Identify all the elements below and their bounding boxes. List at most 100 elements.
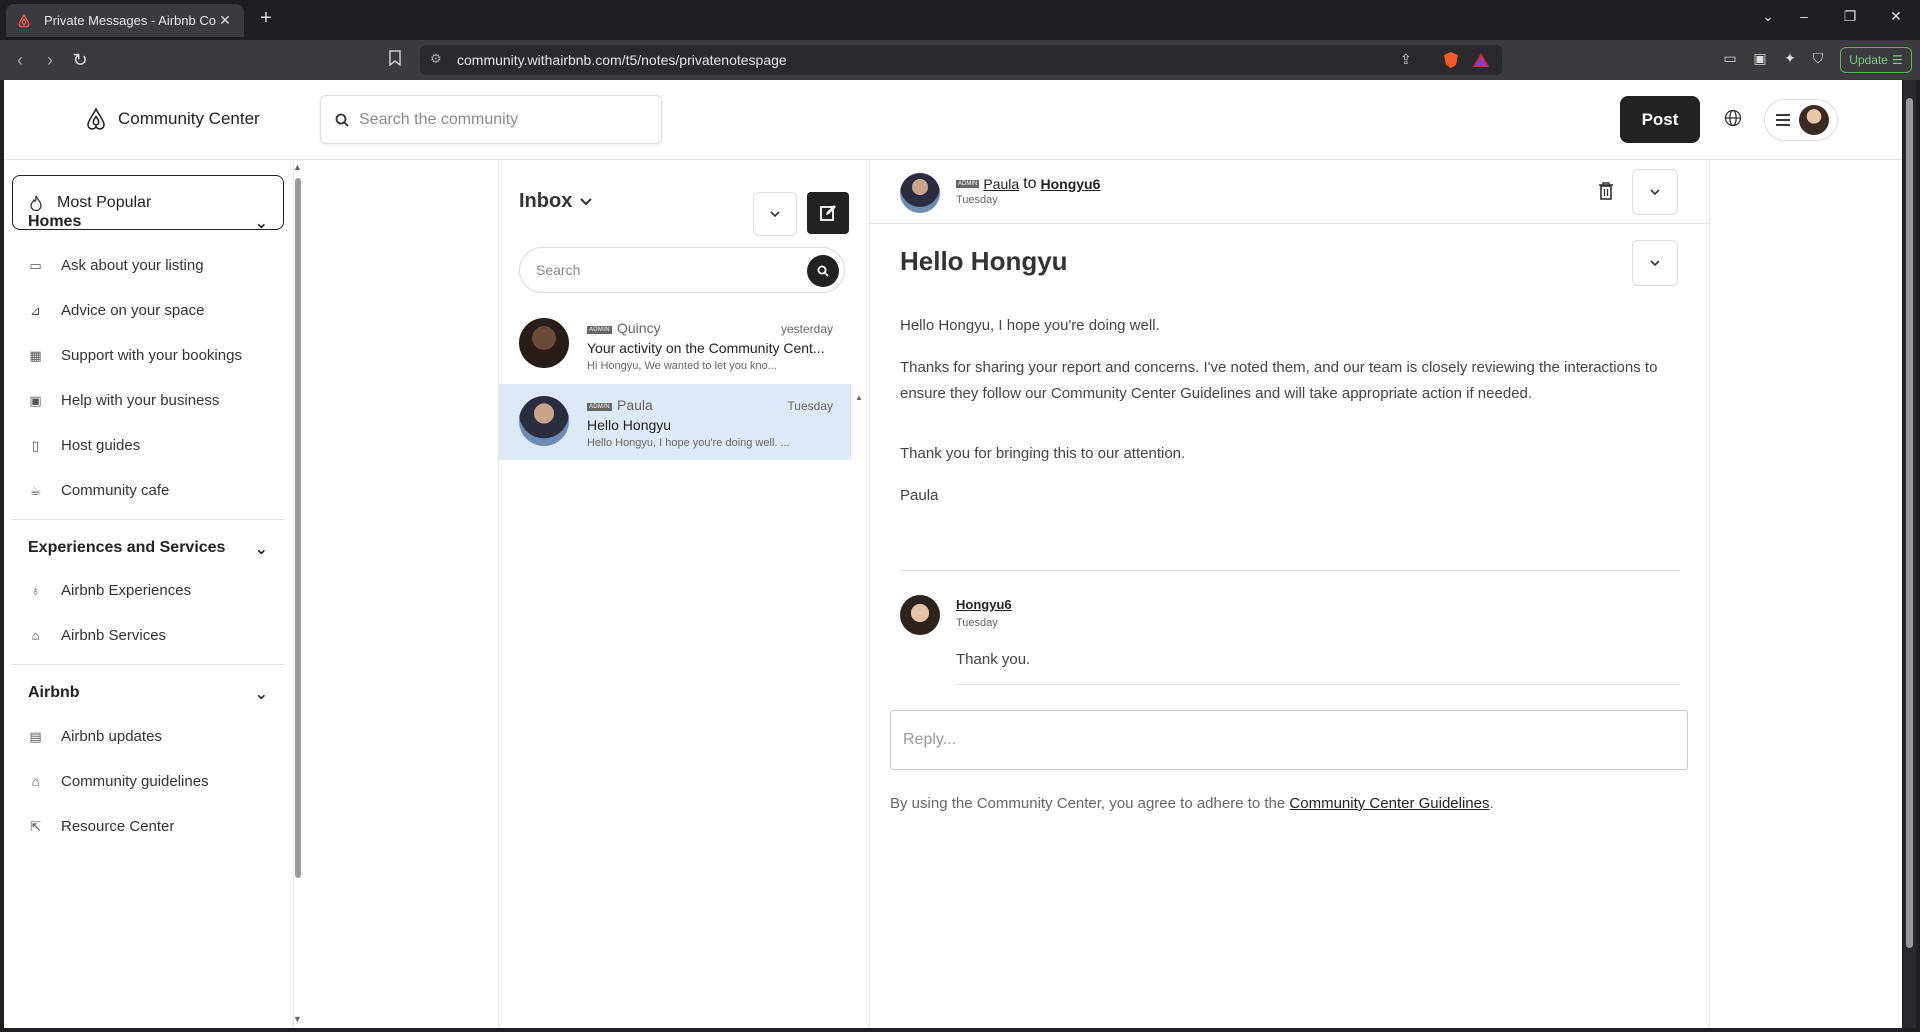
section-title: Homes	[28, 213, 82, 230]
book-icon: ▯	[31, 437, 40, 453]
guidelines-notice: By using the Community Center, you agree…	[890, 795, 1494, 812]
bookmark-icon[interactable]	[388, 50, 402, 71]
back-icon[interactable]: ‹	[8, 49, 32, 71]
brave-shield-icon[interactable]	[1442, 51, 1462, 71]
message-title: Hello Hongyu	[900, 246, 1068, 276]
sidebar-item-services[interactable]: ⌂ Airbnb Services	[28, 627, 166, 644]
sidebar-item-help-business[interactable]: ▣ Help with your business	[28, 392, 219, 409]
restore-icon[interactable]: ❐	[1838, 8, 1862, 25]
minimize-icon[interactable]: –	[1792, 8, 1816, 24]
reload-icon[interactable]: ↻	[68, 49, 92, 71]
lamp-icon: ⊿	[30, 302, 41, 318]
avatar	[519, 318, 569, 368]
external-link-icon: ⇱	[30, 818, 41, 834]
conversation-date: Tuesday	[956, 194, 998, 206]
forward-icon[interactable]: ›	[38, 49, 62, 71]
message-options-dropdown[interactable]	[1632, 240, 1678, 286]
sidebar-section-experiences[interactable]: Experiences and Services ⌄	[28, 539, 268, 559]
avatar	[900, 173, 940, 213]
menu-icon: ☰	[1891, 53, 1903, 67]
avatar	[519, 396, 569, 446]
sidebar-item-label: Advice on your space	[61, 302, 205, 319]
sidebar-section-homes[interactable]: Homes ⌄	[28, 213, 268, 233]
message-subject: Your activity on the Community Cent...	[587, 340, 825, 356]
vpn-icon[interactable]: ⛉	[1808, 50, 1828, 70]
browser-tabbar: Private Messages - Airbnb Comm ✕ + ⌄ – ❐…	[0, 0, 1920, 40]
community-search[interactable]	[320, 95, 662, 144]
sidebar-scroll-thumb[interactable]	[295, 178, 301, 878]
community-search-input[interactable]	[359, 110, 639, 129]
sidebar-item-label: Community guidelines	[61, 773, 209, 790]
sidebar-section-airbnb[interactable]: Airbnb ⌄	[28, 684, 268, 704]
sidebar-item-label: Host guides	[61, 437, 141, 454]
close-window-icon[interactable]: ✕	[1884, 8, 1908, 25]
section-title: Experiences and Services	[28, 539, 226, 556]
message-item-selected[interactable]: ADMIN Paula Tuesday Hello Hongyu Hello H…	[499, 384, 851, 460]
sidebar-item-resource-center[interactable]: ⇱ Resource Center	[28, 818, 174, 835]
sidebar-item-label: Help with your business	[61, 392, 220, 409]
service-bell-icon: ⌂	[31, 628, 40, 643]
sidebar-item-updates[interactable]: ▤ Airbnb updates	[28, 728, 162, 745]
guidelines-link[interactable]: Community Center Guidelines	[1289, 795, 1489, 812]
inbox-title: Inbox	[519, 190, 573, 212]
site-settings-icon[interactable]: ⚙	[430, 51, 442, 67]
web-page: Community Center Post Most Popular Homes…	[4, 80, 1902, 1028]
scroll-down-icon[interactable]: ▼	[293, 1014, 302, 1024]
admin-badge: ADMIN	[587, 326, 612, 334]
leo-ai-icon[interactable]: ✦	[1780, 50, 1800, 70]
scroll-up-icon[interactable]: ▲	[855, 393, 863, 402]
sidebar-toggle-icon[interactable]: ▭	[1720, 50, 1740, 70]
share-icon[interactable]: ⇪	[1400, 51, 1420, 71]
reply-field[interactable]	[890, 710, 1688, 770]
sidebar-item-community-cafe[interactable]: ☕ Community cafe	[28, 482, 170, 499]
update-button[interactable]: Update ☰	[1840, 47, 1912, 73]
page-scrollbar[interactable]	[1903, 80, 1916, 1028]
sender-link[interactable]: Paula	[983, 176, 1019, 192]
user-menu-button[interactable]	[1764, 99, 1838, 141]
reply-author-link[interactable]: Hongyu6	[956, 597, 1012, 612]
close-tab-icon[interactable]: ✕	[216, 12, 234, 29]
airbnb-logo-icon	[87, 107, 105, 130]
reply-input[interactable]	[903, 731, 1663, 749]
sidebar-item-label: Airbnb Services	[61, 627, 167, 644]
inbox-search-input[interactable]	[536, 262, 786, 278]
sidebar-scrollbar[interactable]: ▲ ▼	[292, 160, 304, 1028]
url-field[interactable]: ⚙ community.withairbnb.com/t5/notes/priv…	[420, 45, 1502, 75]
sidebar-item-label: Airbnb Experiences	[61, 582, 192, 599]
sidebar-item-host-guides[interactable]: ▯ Host guides	[28, 437, 140, 454]
inbox-options-dropdown[interactable]	[753, 192, 797, 236]
scroll-up-icon[interactable]: ▲	[293, 162, 302, 172]
chevron-down-icon: ⌄	[254, 686, 268, 703]
conversation-options-dropdown[interactable]	[1632, 169, 1678, 215]
message-date: Tuesday	[787, 399, 833, 413]
update-label: Update	[1849, 53, 1888, 67]
globe-icon[interactable]	[1724, 109, 1744, 129]
sidebar-item-experiences[interactable]: ♁ Airbnb Experiences	[28, 582, 191, 599]
reply-date: Tuesday	[956, 617, 998, 629]
new-tab-icon[interactable]: +	[256, 8, 276, 30]
message-date: yesterday	[780, 322, 833, 336]
post-button[interactable]: Post	[1620, 96, 1700, 143]
message-sender: Paula	[617, 397, 653, 413]
browser-tab[interactable]: Private Messages - Airbnb Comm ✕	[6, 4, 244, 37]
sidebar-item-advice-space[interactable]: ⊿ Advice on your space	[28, 302, 204, 319]
tab-list-icon[interactable]: ⌄	[1756, 8, 1780, 25]
inbox-folder-selector[interactable]: Inbox	[519, 190, 593, 213]
sidebar-item-label: Community cafe	[61, 482, 170, 499]
compose-button[interactable]	[807, 192, 849, 234]
sidebar-item-guidelines[interactable]: ⌂ Community guidelines	[28, 773, 209, 790]
sidebar-item-support-bookings[interactable]: ▦ Support with your bookings	[28, 347, 242, 364]
inbox-search-button[interactable]	[807, 255, 839, 287]
page-scroll-thumb[interactable]	[1906, 98, 1913, 948]
recipient-link[interactable]: Hongyu6	[1041, 176, 1101, 192]
sidebar-item-ask-listing[interactable]: ▭ Ask about your listing	[28, 257, 203, 274]
inbox-search[interactable]	[519, 247, 845, 293]
hamburger-icon	[1776, 114, 1790, 126]
rewards-icon[interactable]	[1472, 51, 1492, 71]
trash-icon[interactable]	[1598, 182, 1614, 205]
message-item[interactable]: ADMIN Quincy yesterday Your activity on …	[499, 306, 851, 382]
wallet-icon[interactable]: ▣	[1750, 50, 1770, 70]
site-logo[interactable]: Community Center	[84, 107, 260, 131]
message-paragraph: Thank you for bringing this to our atten…	[900, 445, 1186, 462]
sidebar-item-label: Airbnb updates	[61, 728, 162, 745]
